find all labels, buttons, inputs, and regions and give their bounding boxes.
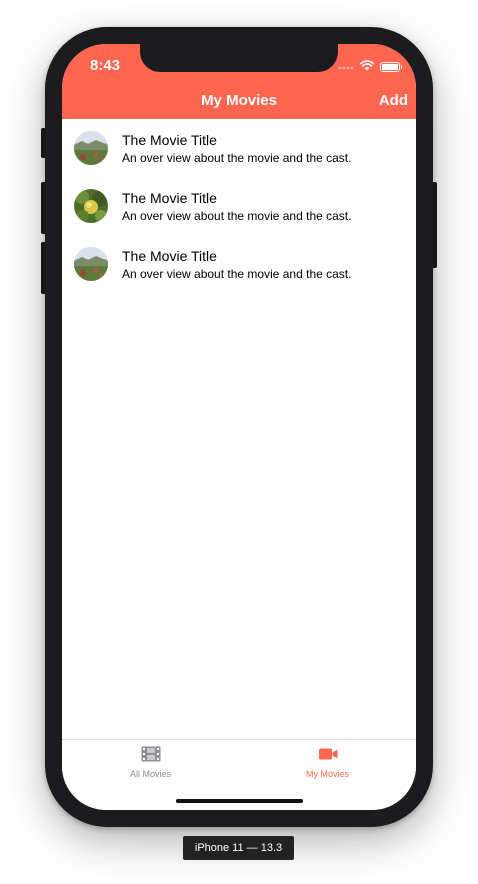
tab-my-movies[interactable]: My Movies [239, 740, 416, 790]
movie-list: The Movie Title An over view about the m… [62, 119, 416, 293]
tab-label: All Movies [129, 769, 171, 779]
home-indicator[interactable] [176, 799, 303, 803]
film-icon [140, 746, 162, 762]
status-icons [338, 58, 402, 76]
movie-thumbnail [74, 247, 108, 281]
page-title: My Movies [201, 92, 277, 109]
movie-overview: An over view about the movie and the cas… [122, 267, 352, 281]
movie-overview: An over view about the movie and the cas… [122, 151, 352, 165]
status-time: 8:43 [90, 57, 121, 74]
tab-all-movies[interactable]: All Movies [62, 740, 239, 790]
video-camera-icon [317, 746, 339, 762]
movie-row[interactable]: The Movie Title An over view about the m… [62, 235, 416, 293]
add-button[interactable]: Add [379, 92, 408, 109]
device-label: iPhone 11 — 13.3 [183, 836, 294, 860]
movie-title: The Movie Title [122, 190, 217, 206]
battery-icon [380, 62, 402, 72]
phone-screen: 8:43 My Movies Add The Movie Title An ov… [62, 44, 416, 810]
tab-label: My Movies [305, 769, 349, 779]
movie-row[interactable]: The Movie Title An over view about the m… [62, 177, 416, 235]
navigation-bar: 8:43 My Movies Add [62, 44, 416, 119]
cellular-signal-icon [338, 58, 354, 76]
movie-title: The Movie Title [122, 132, 217, 148]
simulator-stage: 8:43 My Movies Add The Movie Title An ov… [0, 0, 478, 884]
notch [140, 44, 338, 72]
movie-title: The Movie Title [122, 248, 217, 264]
movie-overview: An over view about the movie and the cas… [122, 209, 352, 223]
movie-thumbnail [74, 131, 108, 165]
movie-thumbnail [74, 189, 108, 223]
wifi-icon [359, 58, 375, 76]
movie-row[interactable]: The Movie Title An over view about the m… [62, 119, 416, 177]
